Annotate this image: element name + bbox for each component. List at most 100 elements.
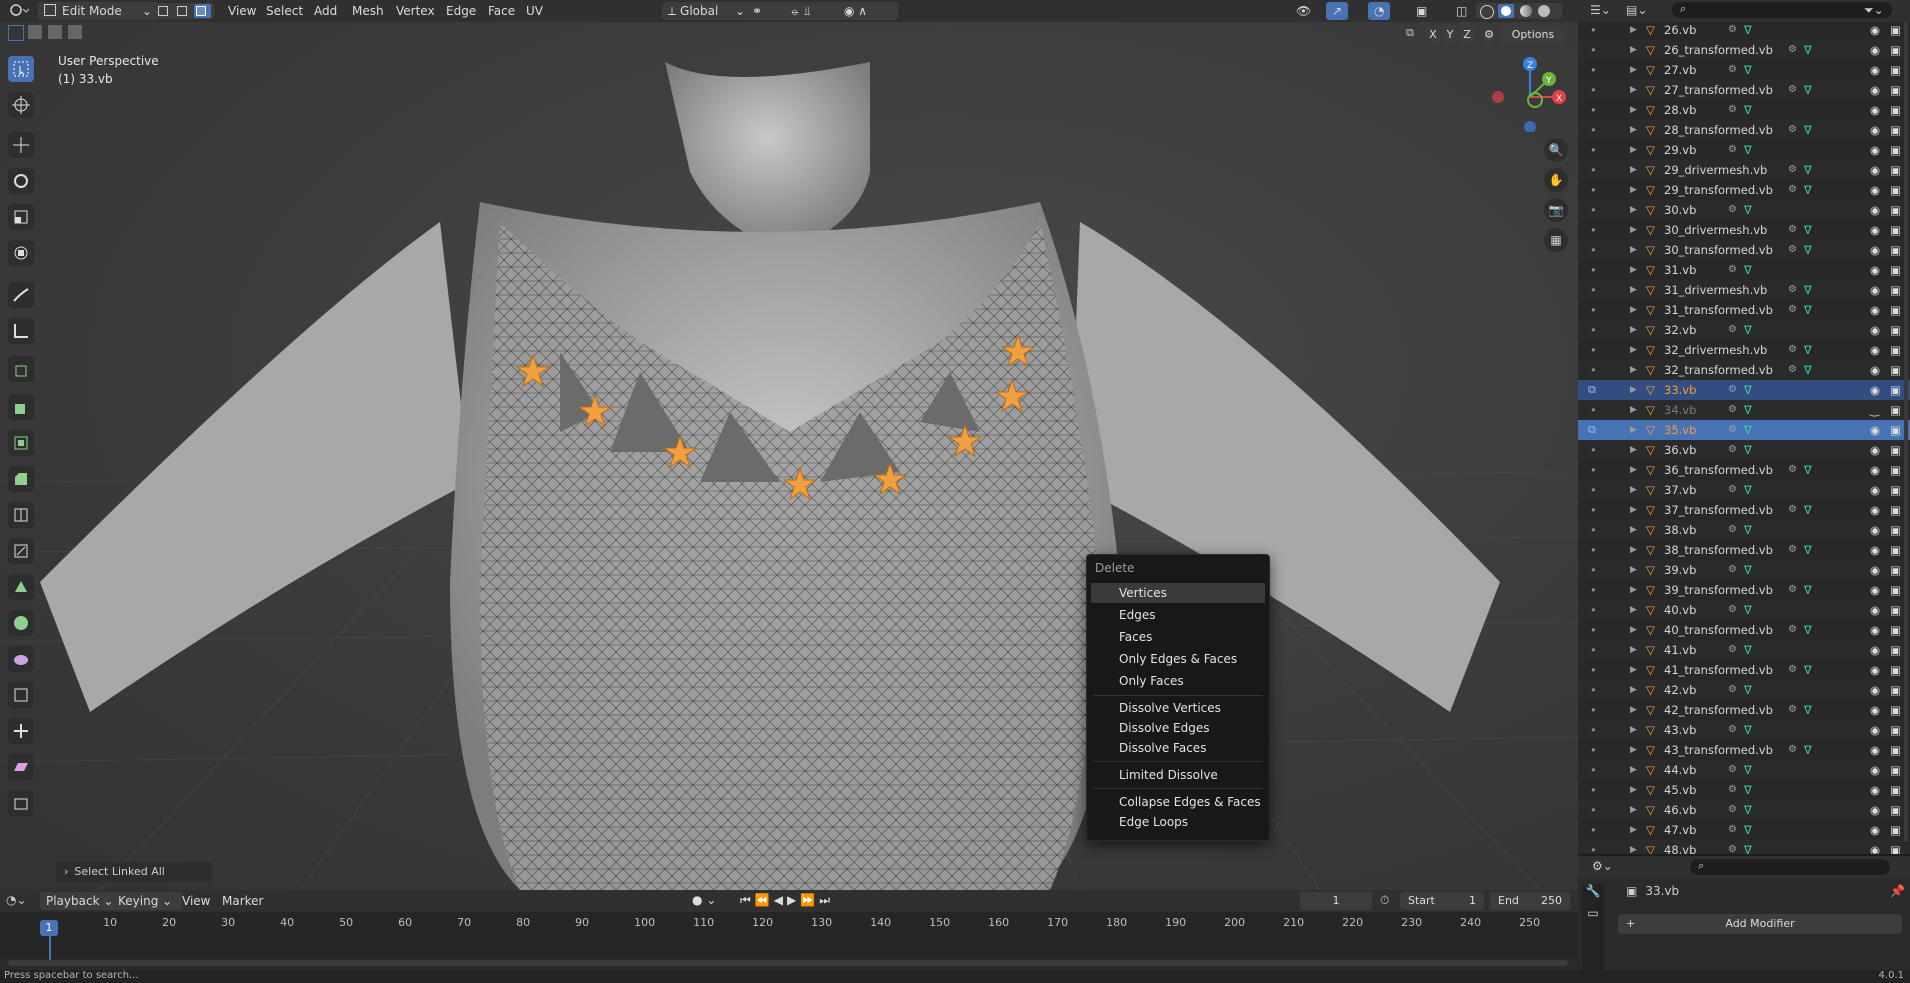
render-camera-icon[interactable]: ▣ — [1890, 640, 1901, 660]
outliner-row[interactable]: • ▶ ▽ 34.vb ⚙ ∇ ‿ ▣ — [1578, 400, 1910, 420]
disclosure-triangle-icon[interactable]: ▶ — [1630, 120, 1637, 140]
outliner-row[interactable]: • ▶ ▽ 31_transformed.vb ⚙ ∇ ◉ ▣ — [1578, 300, 1910, 320]
outliner-row[interactable]: • ▶ ▽ 38_transformed.vb ⚙ ∇ ◉ ▣ — [1578, 540, 1910, 560]
timeline-view-menu[interactable]: View — [182, 892, 210, 910]
gizmo-toggle[interactable]: ↗ — [1326, 2, 1349, 20]
marker-menu[interactable]: Marker — [222, 892, 263, 910]
disclosure-triangle-icon[interactable]: ▶ — [1630, 720, 1637, 740]
wireframe-shading-icon[interactable] — [1480, 5, 1494, 19]
disclosure-triangle-icon[interactable]: ▶ — [1630, 140, 1637, 160]
axis-x-toggle[interactable]: X — [1426, 26, 1440, 44]
outliner-row[interactable]: • ▶ ▽ 41.vb ⚙ ∇ ◉ ▣ — [1578, 640, 1910, 660]
outliner-row[interactable]: • ▶ ▽ 46.vb ⚙ ∇ ◉ ▣ — [1578, 800, 1910, 820]
playhead[interactable]: 1 — [40, 920, 58, 936]
keying-dropdown[interactable]: Keying ⌄ — [112, 892, 182, 910]
render-camera-icon[interactable]: ▣ — [1890, 60, 1901, 80]
render-camera-icon[interactable]: ▣ — [1890, 160, 1901, 180]
render-camera-icon[interactable]: ▣ — [1890, 22, 1901, 40]
visibility-dropdown[interactable]: 👁 — [1290, 2, 1317, 20]
render-camera-icon[interactable]: ▣ — [1890, 400, 1901, 420]
visibility-eye-icon[interactable]: ◉ — [1870, 200, 1880, 220]
gizmo-neg-y[interactable] — [1527, 92, 1543, 108]
select-new-icon[interactable] — [8, 25, 24, 41]
outliner-row[interactable]: • ▶ ▽ 36_transformed.vb ⚙ ∇ ◉ ▣ — [1578, 460, 1910, 480]
end-frame-field[interactable]: End 250 — [1490, 892, 1570, 910]
delete-faces-item[interactable]: Faces — [1091, 627, 1265, 647]
visibility-eye-icon[interactable]: ◉ — [1870, 580, 1880, 600]
cursor-tool[interactable] — [8, 92, 34, 118]
dissolve-faces-item[interactable]: Dissolve Faces — [1091, 738, 1265, 758]
jump-start-icon[interactable]: ⏮ — [740, 893, 755, 907]
select-subtract-icon[interactable] — [48, 25, 62, 39]
render-camera-icon[interactable]: ▣ — [1890, 320, 1901, 340]
disclosure-triangle-icon[interactable]: ▶ — [1630, 480, 1637, 500]
mesh-model[interactable] — [0, 22, 1578, 890]
visibility-eye-icon[interactable]: ◉ — [1870, 540, 1880, 560]
render-camera-icon[interactable]: ▣ — [1890, 80, 1901, 100]
disclosure-triangle-icon[interactable]: ▶ — [1630, 260, 1637, 280]
render-camera-icon[interactable]: ▣ — [1890, 180, 1901, 200]
camera-icon[interactable]: 📷 — [1544, 198, 1568, 222]
render-camera-icon[interactable]: ▣ — [1890, 500, 1901, 520]
menu-mesh[interactable]: Mesh — [352, 2, 384, 20]
disclosure-triangle-icon[interactable]: ▶ — [1630, 200, 1637, 220]
disclosure-triangle-icon[interactable]: ▶ — [1630, 420, 1637, 440]
render-camera-icon[interactable]: ▣ — [1890, 700, 1901, 720]
disclosure-triangle-icon[interactable]: ▶ — [1630, 380, 1637, 400]
visibility-eye-icon[interactable]: ◉ — [1870, 620, 1880, 640]
render-camera-icon[interactable]: ▣ — [1890, 140, 1901, 160]
outliner-row[interactable]: • ▶ ▽ 30_drivermesh.vb ⚙ ∇ ◉ ▣ — [1578, 220, 1910, 240]
collapse-edges-faces-item[interactable]: Collapse Edges & Faces — [1091, 792, 1265, 812]
snap-toggle[interactable]: ⦵ ⫫ — [784, 2, 842, 20]
3d-viewport[interactable]: User Perspective (1) 33.vb Z Y X 🔍 ✋ 📷 ▦… — [0, 22, 1578, 890]
visibility-eye-icon[interactable]: ◉ — [1870, 320, 1880, 340]
inset-tool[interactable] — [8, 430, 34, 456]
dissolve-edges-item[interactable]: Dissolve Edges — [1091, 718, 1265, 738]
play-reverse-icon[interactable]: ◀ — [774, 893, 787, 907]
outliner-row[interactable]: • ▶ ▽ 39.vb ⚙ ∇ ◉ ▣ — [1578, 560, 1910, 580]
outliner-row[interactable]: • ▶ ▽ 37.vb ⚙ ∇ ◉ ▣ — [1578, 480, 1910, 500]
next-keyframe-icon[interactable]: ⏩ — [800, 893, 819, 907]
prev-keyframe-icon[interactable]: ⏪ — [755, 893, 774, 907]
add-modifier-button[interactable]: + Add Modifier — [1618, 914, 1902, 934]
render-camera-icon[interactable]: ▣ — [1890, 260, 1901, 280]
limited-dissolve-item[interactable]: Limited Dissolve — [1091, 765, 1265, 785]
rotate-tool[interactable] — [8, 168, 34, 194]
render-camera-icon[interactable]: ▣ — [1890, 40, 1901, 60]
disclosure-triangle-icon[interactable]: ▶ — [1630, 360, 1637, 380]
delete-only-faces-item[interactable]: Only Faces — [1091, 671, 1265, 691]
outliner-row[interactable]: • ▶ ▽ 43_transformed.vb ⚙ ∇ ◉ ▣ — [1578, 740, 1910, 760]
dissolve-vertices-item[interactable]: Dissolve Vertices — [1091, 698, 1265, 718]
visibility-eye-icon[interactable]: ◉ — [1870, 700, 1880, 720]
stopwatch-icon[interactable]: ⏱ — [1380, 893, 1389, 908]
disclosure-triangle-icon[interactable]: ▶ — [1630, 240, 1637, 260]
spin-tool[interactable] — [8, 610, 34, 636]
render-camera-icon[interactable]: ▣ — [1890, 480, 1901, 500]
render-camera-icon[interactable]: ▣ — [1890, 580, 1901, 600]
disclosure-triangle-icon[interactable]: ▶ — [1630, 340, 1637, 360]
axis-z-toggle[interactable]: Z — [1460, 26, 1474, 44]
outliner-row[interactable]: • ▶ ▽ 42_transformed.vb ⚙ ∇ ◉ ▣ — [1578, 700, 1910, 720]
outliner-row[interactable]: • ▶ ▽ 30.vb ⚙ ∇ ◉ ▣ — [1578, 200, 1910, 220]
tool-tab-icon[interactable]: 🔧 — [1582, 884, 1604, 906]
outliner-row[interactable]: • ▶ ▽ 37_transformed.vb ⚙ ∇ ◉ ▣ — [1578, 500, 1910, 520]
visibility-eye-icon[interactable]: ‿ — [1870, 400, 1879, 420]
disclosure-triangle-icon[interactable]: ▶ — [1630, 40, 1637, 60]
menu-select[interactable]: Select — [266, 2, 303, 20]
disclosure-triangle-icon[interactable]: ▶ — [1630, 540, 1637, 560]
render-camera-icon[interactable]: ▣ — [1890, 600, 1901, 620]
filter-icon[interactable]: ⏷⌄ — [1864, 3, 1884, 18]
render-camera-icon[interactable]: ▣ — [1890, 720, 1901, 740]
vertex-select-icon[interactable] — [156, 4, 172, 18]
outliner-row[interactable]: • ▶ ▽ 40.vb ⚙ ∇ ◉ ▣ — [1578, 600, 1910, 620]
render-camera-icon[interactable]: ▣ — [1890, 760, 1901, 780]
visibility-eye-icon[interactable]: ◉ — [1870, 600, 1880, 620]
edit-mode-icon[interactable]: ⧉ — [1588, 420, 1596, 440]
menu-view[interactable]: View — [228, 2, 256, 20]
zoom-icon[interactable]: 🔍 — [1544, 138, 1568, 162]
render-camera-icon[interactable]: ▣ — [1890, 360, 1901, 380]
display-mode-icon[interactable]: ▤⌄ — [1626, 3, 1647, 17]
outliner-row[interactable]: • ▶ ▽ 27.vb ⚙ ∇ ◉ ▣ — [1578, 60, 1910, 80]
start-frame-field[interactable]: Start 1 — [1400, 892, 1484, 910]
outliner-row[interactable]: • ▶ ▽ 39_transformed.vb ⚙ ∇ ◉ ▣ — [1578, 580, 1910, 600]
